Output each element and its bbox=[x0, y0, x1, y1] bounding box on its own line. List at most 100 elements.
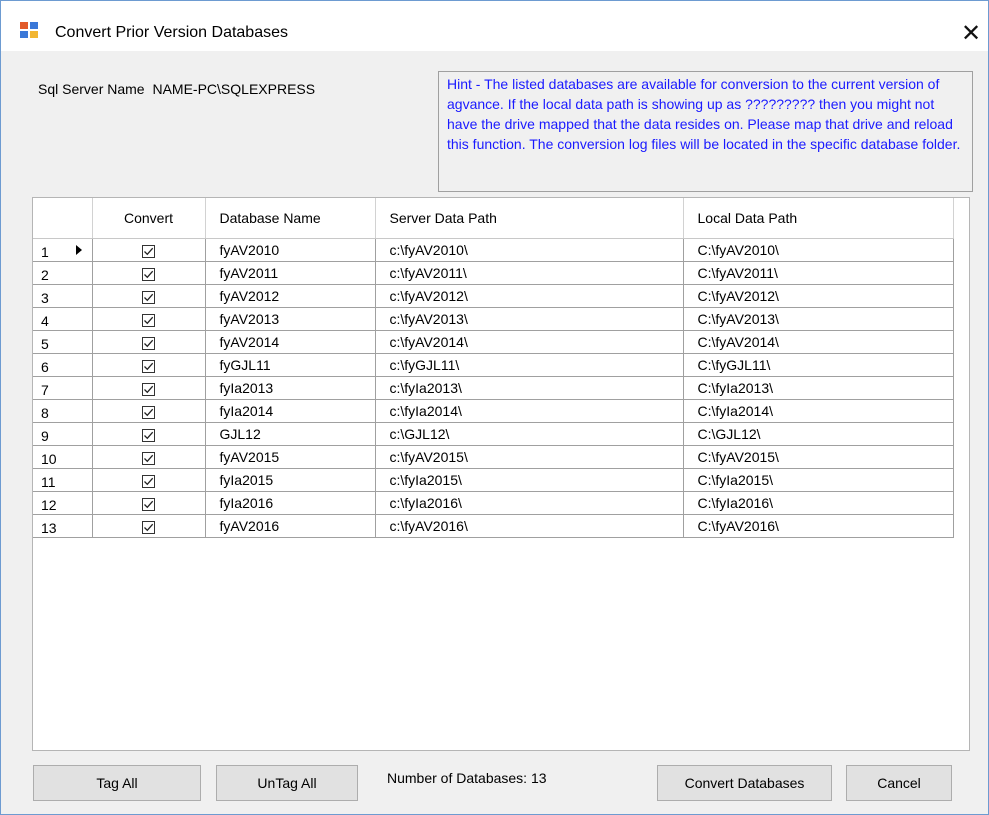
database-name-cell[interactable]: fyAV2013 bbox=[205, 307, 376, 331]
convert-checkbox[interactable] bbox=[142, 267, 155, 281]
row-header[interactable]: 6 bbox=[33, 353, 93, 377]
database-name-cell[interactable]: fyIa2013 bbox=[205, 376, 376, 400]
convert-checkbox[interactable] bbox=[142, 497, 155, 511]
convert-checkbox[interactable] bbox=[142, 244, 155, 258]
server-data-path-cell[interactable]: c:\fyIa2013\ bbox=[375, 376, 684, 400]
server-data-path-cell[interactable]: c:\fyIa2014\ bbox=[375, 399, 684, 423]
server-data-path-cell[interactable]: c:\fyAV2014\ bbox=[375, 330, 684, 354]
server-data-path-cell[interactable]: c:\fyAV2010\ bbox=[375, 238, 684, 262]
local-data-path-cell[interactable]: C:\fyAV2015\ bbox=[683, 445, 954, 469]
row-header[interactable]: 5 bbox=[33, 330, 93, 354]
database-name-cell[interactable]: fyAV2012 bbox=[205, 284, 376, 308]
database-name-cell[interactable]: fyAV2016 bbox=[205, 514, 376, 538]
row-number: 12 bbox=[41, 497, 57, 513]
row-header[interactable]: 7 bbox=[33, 376, 93, 400]
table-row[interactable]: 6 fyGJL11 c:\fyGJL11\ C:\fyGJL11\ bbox=[33, 353, 954, 377]
database-name-cell[interactable]: fyAV2011 bbox=[205, 261, 376, 285]
convert-checkbox[interactable] bbox=[142, 290, 155, 304]
check-icon bbox=[144, 385, 154, 394]
convert-checkbox[interactable] bbox=[142, 520, 155, 534]
column-header-local-data-path[interactable]: Local Data Path bbox=[683, 198, 954, 239]
row-header[interactable]: 1 bbox=[33, 238, 93, 262]
convert-cell bbox=[92, 422, 206, 446]
check-icon bbox=[144, 454, 154, 463]
table-row[interactable]: 5 fyAV2014 c:\fyAV2014\ C:\fyAV2014\ bbox=[33, 330, 954, 354]
server-data-path-cell[interactable]: c:\fyAV2011\ bbox=[375, 261, 684, 285]
hint-box: Hint - The listed databases are availabl… bbox=[438, 71, 973, 192]
table-row[interactable]: 11 fyIa2015 c:\fyIa2015\ C:\fyIa2015\ bbox=[33, 468, 954, 492]
local-data-path-cell[interactable]: C:\fyGJL11\ bbox=[683, 353, 954, 377]
check-icon bbox=[144, 316, 154, 325]
server-data-path-cell[interactable]: c:\fyGJL11\ bbox=[375, 353, 684, 377]
table-row[interactable]: 4 fyAV2013 c:\fyAV2013\ C:\fyAV2013\ bbox=[33, 307, 954, 331]
local-data-path-cell[interactable]: C:\fyAV2016\ bbox=[683, 514, 954, 538]
server-data-path-cell[interactable]: c:\fyIa2016\ bbox=[375, 491, 684, 515]
column-header-server-data-path[interactable]: Server Data Path bbox=[375, 198, 684, 239]
table-row[interactable]: 2 fyAV2011 c:\fyAV2011\ C:\fyAV2011\ bbox=[33, 261, 954, 285]
row-header[interactable]: 13 bbox=[33, 514, 93, 538]
local-data-path-cell[interactable]: C:\fyAV2010\ bbox=[683, 238, 954, 262]
local-data-path-cell[interactable]: C:\fyIa2013\ bbox=[683, 376, 954, 400]
table-row[interactable]: 9 GJL12 c:\GJL12\ C:\GJL12\ bbox=[33, 422, 954, 446]
database-name-cell[interactable]: fyAV2015 bbox=[205, 445, 376, 469]
row-header[interactable]: 10 bbox=[33, 445, 93, 469]
convert-checkbox[interactable] bbox=[142, 405, 155, 419]
row-header[interactable]: 3 bbox=[33, 284, 93, 308]
convert-checkbox[interactable] bbox=[142, 474, 155, 488]
convert-checkbox[interactable] bbox=[142, 336, 155, 350]
check-icon bbox=[144, 362, 154, 371]
server-data-path-cell[interactable]: c:\GJL12\ bbox=[375, 422, 684, 446]
close-button[interactable]: ✕ bbox=[953, 15, 989, 51]
database-name-cell[interactable]: fyAV2010 bbox=[205, 238, 376, 262]
untag-all-button[interactable]: UnTag All bbox=[216, 765, 358, 801]
database-name-cell[interactable]: GJL12 bbox=[205, 422, 376, 446]
local-data-path-cell[interactable]: C:\fyIa2014\ bbox=[683, 399, 954, 423]
column-header-database-name[interactable]: Database Name bbox=[205, 198, 376, 239]
local-data-path-cell[interactable]: C:\fyAV2014\ bbox=[683, 330, 954, 354]
local-data-path-cell[interactable]: C:\fyAV2012\ bbox=[683, 284, 954, 308]
table-row[interactable]: 10 fyAV2015 c:\fyAV2015\ C:\fyAV2015\ bbox=[33, 445, 954, 469]
table-row[interactable]: 12 fyIa2016 c:\fyIa2016\ C:\fyIa2016\ bbox=[33, 491, 954, 515]
local-data-path-cell[interactable]: C:\GJL12\ bbox=[683, 422, 954, 446]
row-header[interactable]: 8 bbox=[33, 399, 93, 423]
convert-checkbox[interactable] bbox=[142, 428, 155, 442]
database-name-cell[interactable]: fyGJL11 bbox=[205, 353, 376, 377]
database-name-cell[interactable]: fyIa2015 bbox=[205, 468, 376, 492]
row-header[interactable]: 4 bbox=[33, 307, 93, 331]
table-row[interactable]: 13 fyAV2016 c:\fyAV2016\ C:\fyAV2016\ bbox=[33, 514, 954, 538]
table-row[interactable]: 8 fyIa2014 c:\fyIa2014\ C:\fyIa2014\ bbox=[33, 399, 954, 423]
row-header[interactable]: 2 bbox=[33, 261, 93, 285]
server-data-path-cell[interactable]: c:\fyAV2015\ bbox=[375, 445, 684, 469]
convert-databases-button[interactable]: Convert Databases bbox=[657, 765, 832, 801]
convert-checkbox[interactable] bbox=[142, 359, 155, 373]
database-grid[interactable]: Convert Database Name Server Data Path L… bbox=[32, 197, 970, 751]
row-header[interactable]: 12 bbox=[33, 491, 93, 515]
server-data-path-cell[interactable]: c:\fyAV2012\ bbox=[375, 284, 684, 308]
server-data-path-cell[interactable]: c:\fyAV2013\ bbox=[375, 307, 684, 331]
database-name-cell[interactable]: fyIa2016 bbox=[205, 491, 376, 515]
convert-cell bbox=[92, 376, 206, 400]
server-data-path-cell[interactable]: c:\fyIa2015\ bbox=[375, 468, 684, 492]
convert-cell bbox=[92, 445, 206, 469]
close-icon: ✕ bbox=[960, 19, 982, 47]
local-data-path-cell[interactable]: C:\fyAV2011\ bbox=[683, 261, 954, 285]
column-header-convert[interactable]: Convert bbox=[92, 198, 206, 239]
cancel-button[interactable]: Cancel bbox=[846, 765, 952, 801]
table-row[interactable]: 1 fyAV2010 c:\fyAV2010\ C:\fyAV2010\ bbox=[33, 238, 954, 262]
convert-checkbox[interactable] bbox=[142, 313, 155, 327]
convert-checkbox[interactable] bbox=[142, 382, 155, 396]
database-name-cell[interactable]: fyIa2014 bbox=[205, 399, 376, 423]
row-number: 2 bbox=[41, 267, 49, 283]
row-number: 7 bbox=[41, 382, 49, 398]
row-header[interactable]: 11 bbox=[33, 468, 93, 492]
server-data-path-cell[interactable]: c:\fyAV2016\ bbox=[375, 514, 684, 538]
table-row[interactable]: 7 fyIa2013 c:\fyIa2013\ C:\fyIa2013\ bbox=[33, 376, 954, 400]
row-header[interactable]: 9 bbox=[33, 422, 93, 446]
local-data-path-cell[interactable]: C:\fyIa2016\ bbox=[683, 491, 954, 515]
tag-all-button[interactable]: Tag All bbox=[33, 765, 201, 801]
table-row[interactable]: 3 fyAV2012 c:\fyAV2012\ C:\fyAV2012\ bbox=[33, 284, 954, 308]
convert-checkbox[interactable] bbox=[142, 451, 155, 465]
local-data-path-cell[interactable]: C:\fyAV2013\ bbox=[683, 307, 954, 331]
local-data-path-cell[interactable]: C:\fyIa2015\ bbox=[683, 468, 954, 492]
database-name-cell[interactable]: fyAV2014 bbox=[205, 330, 376, 354]
